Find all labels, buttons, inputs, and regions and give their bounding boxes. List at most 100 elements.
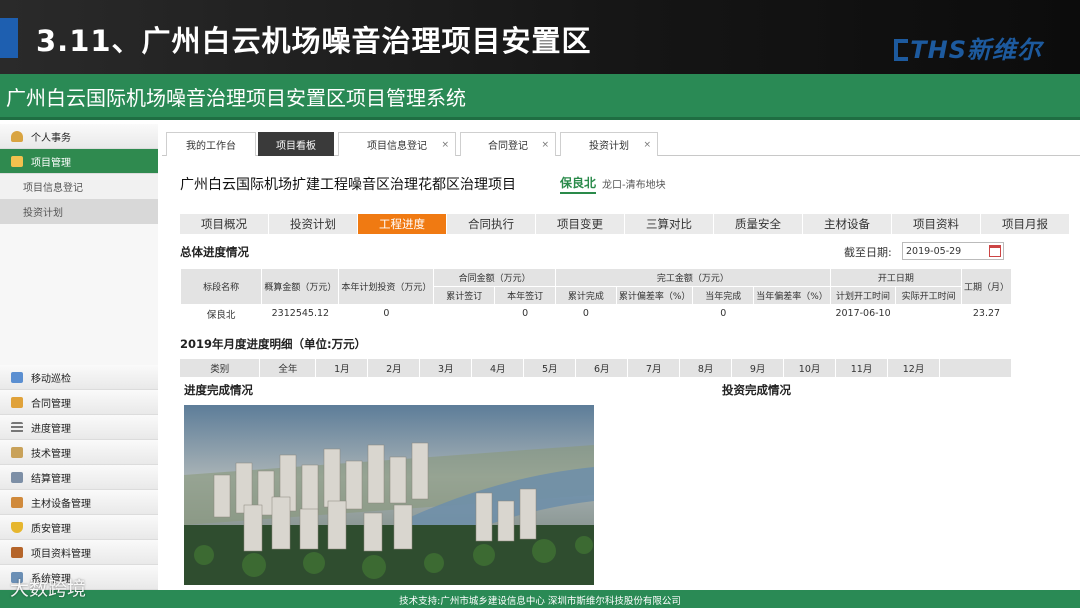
- table-cell: 0: [383, 308, 390, 320]
- list-icon: [11, 421, 23, 433]
- ths-logo: THS新维尔: [894, 30, 1042, 65]
- contract-icon: [11, 396, 23, 408]
- column-header: 9月: [731, 359, 785, 377]
- table-cell: [616, 305, 693, 323]
- table-row[interactable]: 保良北 2312545.12 0 0 0 0 2017-06-10 23.27: [181, 305, 1012, 323]
- close-icon[interactable]: ×: [643, 140, 651, 150]
- project-aerial-photo: [184, 405, 594, 585]
- table-cell: 2017-06-10: [835, 308, 891, 320]
- column-header: 概算金额（万元）: [261, 268, 340, 305]
- logo-mark-icon: [894, 39, 909, 61]
- sidebar-item-label: 主材设备管理: [31, 498, 91, 510]
- slide-title: 3.11、广州白云机场噪音治理项目安置区: [36, 24, 592, 58]
- sidebar-item-label: 质安管理: [31, 523, 71, 535]
- sidebar-item-documents[interactable]: 项目资料管理: [0, 540, 158, 565]
- table-cell: 0: [522, 308, 529, 320]
- slide: 3.11、广州白云机场噪音治理项目安置区 THS新维尔 广州白云国际机场噪音治理…: [0, 0, 1080, 608]
- folder-icon: [11, 155, 23, 167]
- tab-label: 项目信息登记: [367, 141, 427, 152]
- column-header: 5月: [523, 359, 577, 377]
- column-header: 本年签订: [494, 286, 556, 305]
- sidebar-item-label: 项目资料管理: [31, 548, 91, 560]
- archive-icon: [11, 546, 23, 558]
- sidebar: 个人事务 项目管理 项目信息登记 投资计划 移动巡检 合同管理 进度管理 技术管…: [0, 124, 158, 590]
- column-header: 累计偏差率（%）: [615, 286, 694, 305]
- logo-text: THS新维尔: [910, 36, 1042, 64]
- sidebar-item-label: 个人事务: [31, 132, 71, 144]
- project-section-tag[interactable]: 保良北: [560, 174, 597, 194]
- calendar-icon[interactable]: [989, 245, 1001, 257]
- sidebar-item-settlement[interactable]: 结算管理: [0, 465, 158, 490]
- sidebar-item-label: 项目管理: [31, 157, 71, 169]
- tab-label: 工程进度: [379, 217, 425, 231]
- sidebar-item-label: 合同管理: [31, 398, 71, 410]
- sidebar-item-contract[interactable]: 合同管理: [0, 390, 158, 415]
- sidebar-item-equipment[interactable]: 主材设备管理: [0, 490, 158, 515]
- system-header: 广州白云国际机场噪音治理项目安置区项目管理系统: [0, 74, 1080, 120]
- table-header-row: 标段名称 概算金额（万元） 本年计划投资（万元） 合同金额（万元） 完工金额（万…: [179, 268, 1013, 305]
- sidebar-item-label: 进度管理: [31, 423, 71, 435]
- tab-quality-safety[interactable]: 质量安全: [714, 214, 803, 234]
- tab-overview[interactable]: 项目概况: [180, 214, 269, 234]
- sidebar-subitem-project-info[interactable]: 项目信息登记: [0, 174, 158, 199]
- tab-monthly-report[interactable]: 项目月报: [981, 214, 1070, 234]
- column-header: 8月: [679, 359, 733, 377]
- sidebar-item-progress[interactable]: 进度管理: [0, 415, 158, 440]
- tab-project-info[interactable]: 项目信息登记 ×: [338, 132, 456, 156]
- tab-label: 合同执行: [468, 217, 514, 231]
- project-name: 广州白云国际机场扩建工程噪音区治理花都区治理项目: [180, 177, 516, 193]
- table-cell: [896, 305, 962, 323]
- tab-label: 项目变更: [557, 217, 603, 231]
- date-label: 截至日期:: [844, 246, 892, 259]
- table-header-row: 类别 全年 1月 2月 3月 4月 5月 6月 7月 8月 9月 10月 11月…: [180, 359, 1012, 377]
- column-header: 7月: [627, 359, 681, 377]
- sidebar-item-quality-safety[interactable]: 质安管理: [0, 515, 158, 540]
- tab-project-documents[interactable]: 项目资料: [892, 214, 981, 234]
- shield-icon: [11, 521, 23, 533]
- tab-investment-plan[interactable]: 投资计划 ×: [560, 132, 658, 156]
- column-header: 当年完成: [692, 286, 755, 305]
- monthly-progress-table: 类别 全年 1月 2月 3月 4月 5月 6月 7月 8月 9月 10月 11月…: [180, 359, 1012, 377]
- sidebar-item-mobile-inspection[interactable]: 移动巡检: [0, 365, 158, 390]
- project-nav-tabs: 项目概况 投资计划 工程进度 合同执行 项目变更 三算对比 质量安全 主材设备 …: [180, 214, 1070, 234]
- project-location: 龙口-清布地块: [602, 180, 666, 191]
- tab-label: 我的工作台: [186, 141, 236, 152]
- column-header: 累计签订: [433, 286, 496, 305]
- column-header: 10月: [783, 359, 837, 377]
- tab-main-equipment[interactable]: 主材设备: [803, 214, 892, 234]
- calculator-icon: [11, 471, 23, 483]
- tab-label: 主材设备: [824, 217, 870, 231]
- sidebar-item-label: 移动巡检: [31, 373, 71, 385]
- tab-project-board[interactable]: 项目看板: [258, 132, 334, 156]
- footer-bar: 技术支持:广州市城乡建设信息中心 深圳市斯维尔科技股份有限公司: [0, 590, 1080, 608]
- tab-my-workbench[interactable]: 我的工作台: [166, 132, 256, 156]
- tab-contract-registration[interactable]: 合同登记 ×: [460, 132, 556, 156]
- column-header: 计划开工时间: [829, 286, 897, 305]
- tab-investment[interactable]: 投资计划: [269, 214, 358, 234]
- column-header: [939, 359, 1012, 377]
- date-input[interactable]: 2019-05-29: [902, 242, 1004, 260]
- close-icon[interactable]: ×: [441, 140, 449, 150]
- title-bar: 3.11、广州白云机场噪音治理项目安置区 THS新维尔: [0, 0, 1080, 74]
- tab-three-budget-compare[interactable]: 三算对比: [625, 214, 714, 234]
- tab-label: 三算对比: [646, 217, 692, 231]
- footer-credits: 技术支持:广州市城乡建设信息中心 深圳市斯维尔科技股份有限公司: [399, 596, 681, 607]
- sidebar-item-project-management[interactable]: 项目管理: [0, 149, 158, 174]
- tab-label: 投资计划: [589, 141, 629, 152]
- column-header: 累计完成: [555, 286, 617, 305]
- sidebar-subitem-investment-plan[interactable]: 投资计划: [0, 199, 158, 224]
- investment-completion-title: 投资完成情况: [722, 383, 791, 397]
- tab-label: 项目月报: [1002, 217, 1048, 231]
- sidebar-item-personal[interactable]: 个人事务: [0, 124, 158, 149]
- column-header: 全年: [259, 359, 317, 377]
- column-header: 4月: [471, 359, 525, 377]
- sidebar-item-label: 技术管理: [31, 448, 71, 460]
- tab-label: 质量安全: [735, 217, 781, 231]
- tab-contract-execution[interactable]: 合同执行: [447, 214, 536, 234]
- table-cell: 保良北: [206, 309, 236, 321]
- close-icon[interactable]: ×: [541, 140, 549, 150]
- sidebar-item-technical[interactable]: 技术管理: [0, 440, 158, 465]
- tab-project-change[interactable]: 项目变更: [536, 214, 625, 234]
- tab-engineering-progress[interactable]: 工程进度: [358, 214, 447, 234]
- column-group-header: 合同金额（万元）: [433, 268, 556, 287]
